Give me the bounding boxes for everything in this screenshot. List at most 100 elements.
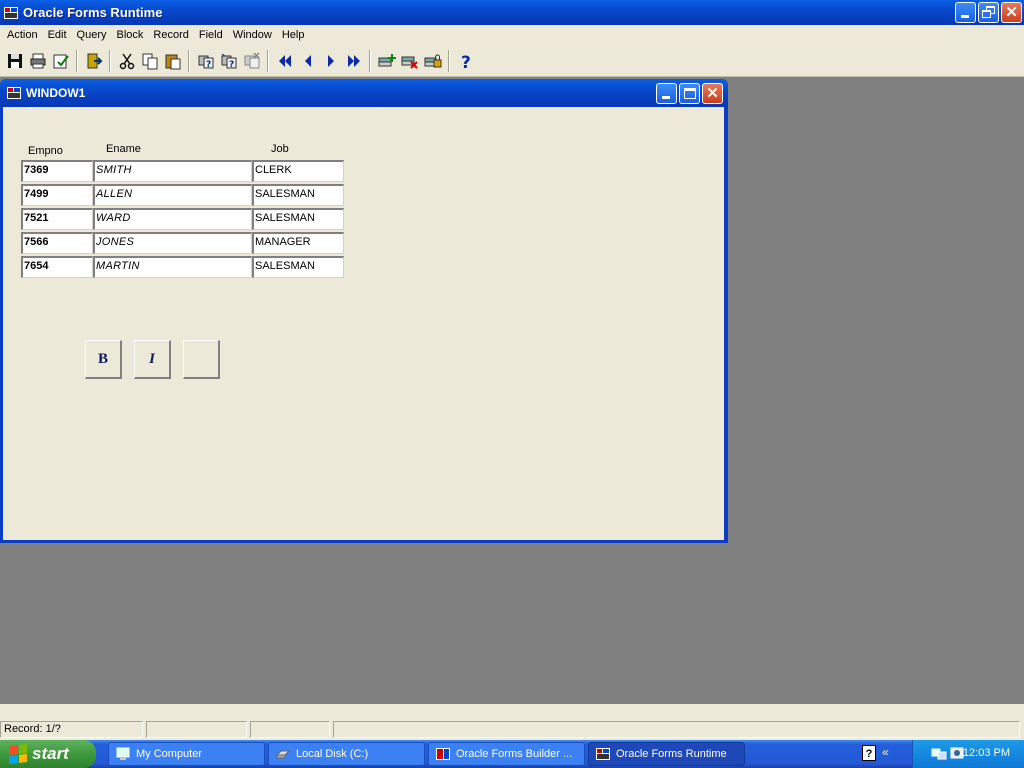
save-button[interactable] xyxy=(3,50,26,72)
empno-field[interactable]: 7566 xyxy=(21,232,93,254)
start-label: start xyxy=(32,744,69,763)
menu-block[interactable]: Block xyxy=(112,25,149,45)
job-field[interactable]: SALESMAN xyxy=(252,256,344,278)
status-segment-2 xyxy=(146,721,247,738)
bold-button[interactable]: B xyxy=(85,340,122,379)
help-tray-icon[interactable]: ? xyxy=(862,745,876,761)
execute-query-icon: ? xyxy=(221,53,236,70)
cut-button[interactable] xyxy=(115,50,138,72)
oracle-forms-icon xyxy=(3,5,19,21)
lock-record-button[interactable] xyxy=(421,50,444,72)
window1-minimize-button[interactable] xyxy=(656,83,677,104)
job-field[interactable]: CLERK xyxy=(252,160,344,182)
task-label: My Computer xyxy=(136,748,203,760)
next-record-icon xyxy=(327,54,334,67)
insert-record-icon xyxy=(378,53,396,66)
menu-record[interactable]: Record xyxy=(148,25,193,45)
clear-form-button[interactable] xyxy=(49,50,72,72)
task-label: Oracle Forms Builder ... xyxy=(456,748,573,760)
empno-field[interactable]: 7369 xyxy=(21,160,93,182)
toolbar-separator xyxy=(267,49,269,72)
window1-title: WINDOW1 xyxy=(26,86,86,100)
lock-record-icon xyxy=(424,54,441,67)
previous-record-button[interactable] xyxy=(296,50,319,72)
tray-expand-icon[interactable]: « xyxy=(882,745,896,761)
insert-record-button[interactable] xyxy=(375,50,398,72)
window1-icon xyxy=(6,85,22,101)
system-tray: 12:03 PM xyxy=(912,740,1024,768)
header-ename: Ename xyxy=(106,143,141,155)
header-empno: Empno xyxy=(28,145,63,157)
start-button[interactable]: start xyxy=(0,740,96,768)
network-icon[interactable] xyxy=(931,746,947,762)
close-icon: ✕ xyxy=(706,85,719,102)
first-record-button[interactable] xyxy=(273,50,296,72)
toolbar-separator xyxy=(109,49,111,72)
menu-help[interactable]: Help xyxy=(277,25,310,45)
ename-field[interactable]: WARD xyxy=(93,208,252,230)
empno-field[interactable]: 7499 xyxy=(21,184,93,206)
execute-query-button[interactable]: ? xyxy=(217,50,240,72)
toolbar-separator xyxy=(188,49,190,72)
restore-button[interactable] xyxy=(978,2,999,23)
job-field[interactable]: SALESMAN xyxy=(252,208,344,230)
menu-field[interactable]: Field xyxy=(194,25,228,45)
task-my-computer[interactable]: My Computer xyxy=(108,742,265,766)
status-segment-4 xyxy=(333,721,1020,738)
window1-close-button[interactable]: ✕ xyxy=(702,83,723,104)
menu-window[interactable]: Window xyxy=(228,25,277,45)
computer-icon xyxy=(116,747,130,760)
toolbar-separator xyxy=(76,49,78,72)
window1-canvas: Empno Ename Job 7369 SMITH CLERK 7499 AL… xyxy=(3,107,724,540)
windows-logo-icon xyxy=(9,744,27,764)
cancel-query-button[interactable] xyxy=(240,50,263,72)
window1: WINDOW1 ✕ Empno Ename Job 7369 SMITH CLE… xyxy=(0,79,728,543)
window1-maximize-button[interactable] xyxy=(679,83,700,104)
minimize-icon xyxy=(662,96,670,99)
svg-text:?: ? xyxy=(461,53,471,70)
save-icon xyxy=(7,53,22,68)
svg-text:?: ? xyxy=(229,60,234,70)
task-local-disk[interactable]: Local Disk (C:) xyxy=(268,742,425,766)
ename-field[interactable]: JONES xyxy=(93,232,252,254)
maximize-icon xyxy=(684,88,696,99)
toolbar: ? ? ? xyxy=(0,45,1024,77)
minimize-icon xyxy=(961,15,969,18)
task-forms-builder[interactable]: Oracle Forms Builder ... xyxy=(428,742,585,766)
delete-record-icon xyxy=(401,56,418,69)
menu-edit[interactable]: Edit xyxy=(43,25,72,45)
help-button[interactable]: ? xyxy=(454,50,477,72)
minimize-button[interactable] xyxy=(955,2,976,23)
window1-title-bar[interactable]: WINDOW1 ✕ xyxy=(0,79,728,107)
task-label: Oracle Forms Runtime xyxy=(616,748,727,760)
toolbar-separator xyxy=(448,49,450,72)
close-button[interactable]: ✕ xyxy=(1001,2,1022,23)
copy-icon xyxy=(142,53,157,69)
help-icon: ? xyxy=(461,53,471,70)
paste-button[interactable] xyxy=(161,50,184,72)
clear-form-icon xyxy=(53,54,69,68)
italic-button[interactable]: I xyxy=(134,340,171,379)
status-record: Record: 1/? xyxy=(0,721,143,738)
next-record-button[interactable] xyxy=(319,50,342,72)
ename-field[interactable]: ALLEN xyxy=(93,184,252,206)
enter-query-button[interactable]: ? xyxy=(194,50,217,72)
empno-field[interactable]: 7654 xyxy=(21,256,93,278)
job-field[interactable]: MANAGER xyxy=(252,232,344,254)
copy-button[interactable] xyxy=(138,50,161,72)
last-record-button[interactable] xyxy=(342,50,365,72)
delete-record-button[interactable] xyxy=(398,50,421,72)
empno-field[interactable]: 7521 xyxy=(21,208,93,230)
blank-button[interactable] xyxy=(183,340,220,379)
app-title: Oracle Forms Runtime xyxy=(23,5,163,20)
print-button[interactable] xyxy=(26,50,49,72)
job-field[interactable]: SALESMAN xyxy=(252,184,344,206)
cut-icon xyxy=(119,53,134,69)
exit-button[interactable] xyxy=(82,50,105,72)
menu-query[interactable]: Query xyxy=(72,25,112,45)
ename-field[interactable]: SMITH xyxy=(93,160,252,182)
menu-action[interactable]: Action xyxy=(2,25,43,45)
ename-field[interactable]: MARTIN xyxy=(93,256,252,278)
app-title-bar[interactable]: Oracle Forms Runtime ✕ xyxy=(0,0,1024,25)
task-forms-runtime[interactable]: Oracle Forms Runtime xyxy=(588,742,745,766)
